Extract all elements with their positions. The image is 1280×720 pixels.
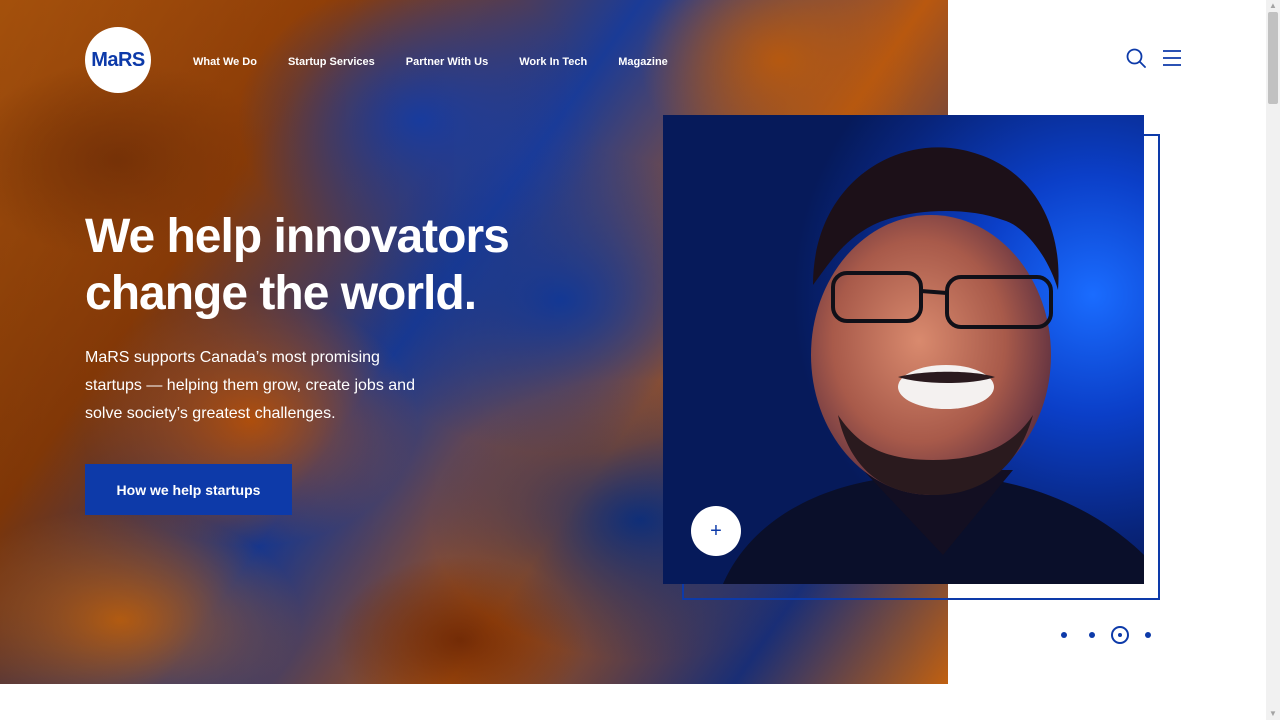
scrollbar-thumb[interactable] bbox=[1268, 12, 1278, 104]
carousel-dot-3-active[interactable] bbox=[1111, 626, 1129, 644]
carousel-pagination bbox=[1056, 625, 1156, 647]
nav-item-work-in-tech[interactable]: Work In Tech bbox=[519, 55, 587, 69]
how-we-help-startups-button[interactable]: How we help startups bbox=[85, 464, 292, 515]
hero-subtext: MaRS supports Canada’s most promising st… bbox=[85, 349, 415, 422]
hamburger-menu-icon[interactable] bbox=[1161, 47, 1183, 69]
expand-plus-button[interactable]: + bbox=[691, 506, 741, 556]
scroll-down-arrow-icon[interactable]: ▼ bbox=[1266, 708, 1280, 720]
portrait-photo bbox=[663, 115, 1144, 584]
carousel-dot-4[interactable] bbox=[1145, 632, 1151, 638]
nav-item-partner-with-us[interactable]: Partner With Us bbox=[406, 55, 488, 69]
nav-item-magazine[interactable]: Magazine bbox=[618, 55, 668, 69]
mars-logo[interactable]: MaRS bbox=[85, 27, 151, 93]
hero-headline: We help innovators change the world. bbox=[85, 210, 510, 320]
nav-item-what-we-do[interactable]: What We Do bbox=[193, 55, 257, 69]
carousel-dot-2[interactable] bbox=[1089, 632, 1095, 638]
main-nav: What We Do Startup Services Partner With… bbox=[193, 55, 699, 69]
scroll-up-arrow-icon[interactable]: ▲ bbox=[1266, 0, 1280, 12]
nav-item-startup-services[interactable]: Startup Services bbox=[288, 55, 375, 69]
carousel-dot-1[interactable] bbox=[1061, 632, 1067, 638]
logo-text: MaRS bbox=[91, 48, 145, 71]
search-icon[interactable] bbox=[1125, 47, 1147, 69]
page-scrollbar[interactable] bbox=[1266, 0, 1280, 720]
